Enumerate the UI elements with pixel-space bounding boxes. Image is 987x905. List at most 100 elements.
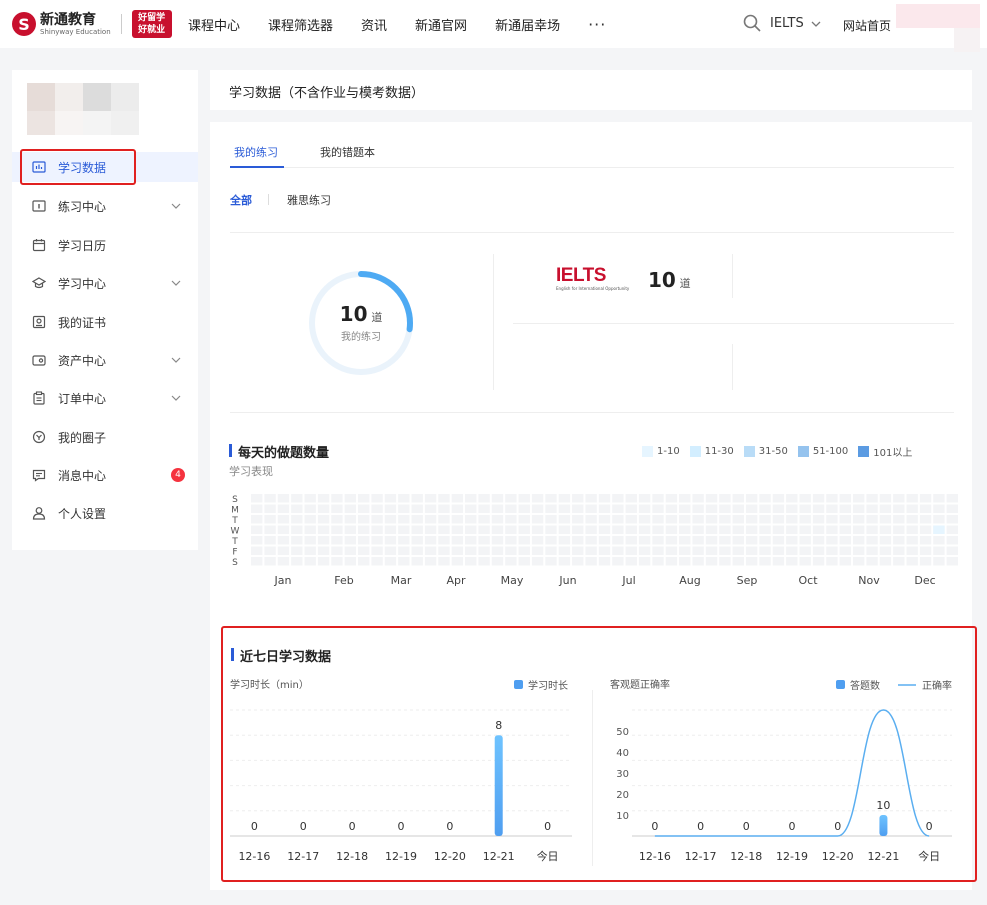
x-tick-label: 12-16 — [639, 850, 671, 863]
heatmap-cell — [705, 536, 718, 545]
heatmap-cell — [933, 546, 945, 555]
sidebar-item-circle[interactable]: 我的圈子 — [12, 422, 198, 452]
nav-item-official-site[interactable]: 新通官网 — [415, 15, 467, 34]
legend-swatch — [797, 446, 809, 457]
heatmap-cell — [424, 515, 437, 524]
heatmap-cell — [317, 515, 330, 524]
heatmap-cell — [277, 515, 290, 524]
heatmap-cell — [371, 494, 383, 503]
heatmap-cell — [652, 546, 664, 555]
heatmap-cell — [598, 536, 611, 545]
nav-item-courses[interactable]: 课程中心 — [188, 15, 240, 34]
tab-my-practice[interactable]: 我的练习 — [234, 144, 278, 160]
bar-value-label: 0 — [349, 820, 356, 833]
heatmap-cell — [585, 515, 597, 524]
heatmap-cell — [398, 504, 410, 513]
heatmap-cell — [638, 557, 651, 566]
sidebar-item-orders[interactable]: 订单中心 — [12, 383, 198, 413]
month-label: Dec — [914, 574, 935, 587]
heatmap-cell — [839, 504, 851, 513]
heatmap-cell — [518, 504, 530, 513]
heatmap-cell — [786, 546, 798, 555]
heatmap-cell — [946, 504, 958, 513]
divider — [732, 254, 733, 298]
filter-all[interactable]: 全部 — [230, 192, 252, 208]
nav-item-graduation[interactable]: 新通届幸场 — [495, 15, 560, 34]
heatmap-cell — [344, 494, 357, 503]
heatmap-cell — [545, 525, 557, 534]
brand-logo[interactable]: S 新通教育 Shinyway Education 好留学 好就业 — [12, 10, 172, 38]
heatmap-cell — [344, 504, 357, 513]
sidebar-item-calendar[interactable]: 学习日历 — [12, 230, 198, 260]
month-label: Oct — [798, 574, 818, 587]
nav-item-news[interactable]: 资讯 — [361, 15, 387, 34]
heatmap-cell — [812, 504, 825, 513]
heatmap-cell — [398, 557, 410, 566]
heatmap-cell — [772, 557, 785, 566]
sidebar-item-messages[interactable]: 消息中心 4 — [12, 460, 198, 490]
heatmap-cell — [251, 546, 263, 555]
heatmap-cell — [598, 494, 611, 503]
sidebar-item-certificates[interactable]: 我的证书 — [12, 307, 198, 337]
x-tick-label: 今日 — [537, 849, 559, 863]
filter-ielts[interactable]: 雅思练习 — [287, 192, 331, 208]
active-tab-indicator — [230, 166, 284, 168]
heatmap-cell — [251, 525, 263, 534]
heatmap-cell — [358, 515, 370, 524]
heatmap-cell — [264, 494, 276, 503]
heatmap-cell — [491, 546, 504, 555]
heatmap-cell — [251, 494, 263, 503]
heatmap-cell — [759, 515, 771, 524]
exam-selector[interactable]: IELTS — [770, 16, 821, 31]
month-label: Apr — [446, 574, 466, 587]
heatmap-cell — [625, 525, 637, 534]
heatmap-cell — [612, 494, 624, 503]
heatmap-cell — [344, 536, 357, 545]
heatmap-cell — [371, 525, 383, 534]
nav-item-course-filter[interactable]: 课程筛选器 — [268, 15, 333, 34]
ielts-logo-word: IELTS — [556, 265, 606, 286]
heatmap-cell — [705, 504, 718, 513]
sidebar-item-assets[interactable]: 资产中心 — [12, 345, 198, 375]
ielts-count: 10 道 — [648, 268, 691, 292]
heatmap-cell — [291, 504, 303, 513]
heatmap-cell — [304, 536, 316, 545]
heatmap-cell — [732, 504, 744, 513]
heatmap-cell — [518, 494, 530, 503]
heatmap-cell — [598, 557, 611, 566]
sidebar-item-label: 学习中心 — [58, 276, 107, 291]
highlight-box — [20, 149, 136, 185]
heatmap-cell — [505, 494, 517, 503]
site-home-link[interactable]: 网站首页 — [843, 17, 891, 34]
heatmap-cell — [652, 525, 664, 534]
ielts-logo-tagline: English for International Opportunity — [556, 286, 630, 291]
heatmap-cell — [277, 525, 290, 534]
page-header: 学习数据（不含作业与模考数据） — [210, 70, 972, 110]
heatmap-cell — [478, 546, 490, 555]
heatmap-cell — [799, 546, 811, 555]
user-avatar[interactable] — [896, 4, 980, 28]
month-label: Jul — [621, 574, 635, 587]
heatmap-cell — [545, 546, 557, 555]
user-profile-avatar[interactable] — [27, 83, 139, 135]
chart-bar — [879, 815, 888, 836]
search-icon[interactable] — [743, 14, 761, 32]
tab-wrong-questions[interactable]: 我的错题本 — [320, 144, 375, 160]
heatmap-cell — [638, 504, 651, 513]
heatmap-cell — [919, 494, 932, 503]
weekday-label: W — [231, 527, 240, 537]
heatmap-cell — [852, 557, 865, 566]
heatmap-cell — [331, 536, 343, 545]
sidebar-item-exercise[interactable]: 练习中心 — [12, 191, 198, 221]
more-menu-icon[interactable]: ··· — [588, 15, 606, 34]
heatmap-cell — [438, 546, 450, 555]
heatmap-cell — [946, 494, 958, 503]
heatmap-cell — [424, 494, 437, 503]
x-tick-label: 12-20 — [434, 850, 466, 863]
heatmap-cell — [799, 504, 811, 513]
sidebar-item-settings[interactable]: 个人设置 — [12, 498, 198, 528]
sidebar-item-learning-center[interactable]: 学习中心 — [12, 268, 198, 298]
heatmap-cell — [799, 557, 811, 566]
heatmap-cell — [745, 515, 758, 524]
heatmap-cell — [906, 546, 918, 555]
